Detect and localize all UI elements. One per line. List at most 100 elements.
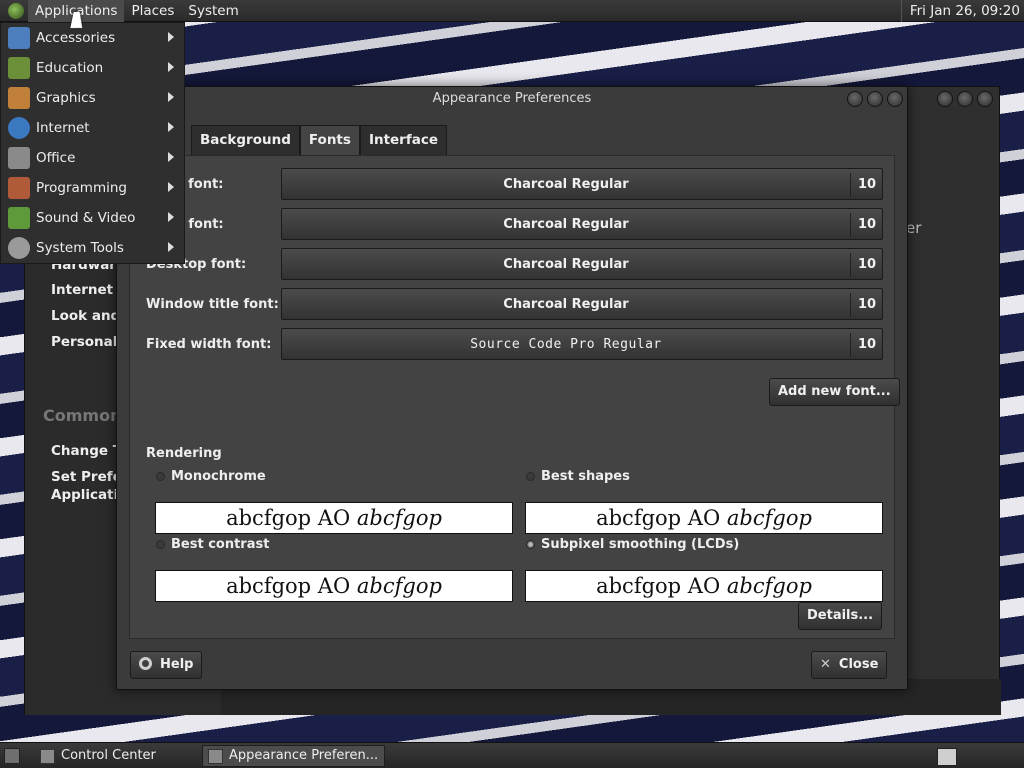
font-size: 10	[857, 217, 877, 232]
sample-italic: abcfgop	[356, 506, 442, 530]
tab-background[interactable]: Background	[191, 125, 300, 155]
menu-item-programming[interactable]: Programming	[1, 173, 184, 203]
task-label: Appearance Preferen...	[229, 748, 379, 763]
places-menu[interactable]: Places	[124, 0, 181, 22]
radio-subpixel-smoothing[interactable]: Subpixel smoothing (LCDs)	[526, 537, 739, 552]
menu-item-label: Programming	[36, 180, 127, 196]
sound-video-icon	[8, 207, 30, 229]
font-row-application: ation font: Charcoal Regular 10	[130, 168, 894, 202]
sample-italic: abcfgop	[726, 574, 812, 598]
menu-item-label: Graphics	[36, 90, 96, 106]
programming-icon	[8, 177, 30, 199]
ap-title-buttons	[847, 91, 903, 107]
menu-item-graphics[interactable]: Graphics	[1, 83, 184, 113]
radio-indicator-selected	[526, 540, 535, 549]
system-tools-icon	[8, 237, 30, 259]
applications-dropdown: Accessories Education Graphics Internet …	[0, 22, 185, 264]
desktop-font-button[interactable]: Charcoal Regular 10	[281, 248, 883, 280]
cc-minimize-button[interactable]	[937, 91, 953, 107]
task-appearance-preferences[interactable]: Appearance Preferen...	[202, 745, 386, 767]
submenu-arrow-icon	[168, 62, 174, 72]
help-lifebuoy-icon	[139, 657, 152, 670]
cc-maximize-button[interactable]	[957, 91, 973, 107]
tab-bar: Background Fonts Interface	[191, 125, 447, 155]
sample-best-shapes[interactable]: abcfgop AO abcfgop	[525, 502, 883, 534]
menu-item-label: Internet	[36, 120, 90, 136]
internet-icon	[8, 117, 30, 139]
task-label: Control Center	[61, 748, 156, 763]
font-separator	[850, 333, 851, 357]
radio-label: Best shapes	[541, 469, 630, 484]
tab-interface[interactable]: Interface	[359, 125, 447, 155]
font-size: 10	[857, 337, 877, 352]
cc-group-personal[interactable]: Personal	[51, 334, 117, 350]
accessories-icon	[8, 27, 30, 49]
menu-item-sound-video[interactable]: Sound & Video	[1, 203, 184, 233]
sample-text: abcfgop AO	[226, 574, 351, 598]
submenu-arrow-icon	[168, 242, 174, 252]
font-size: 10	[857, 177, 877, 192]
document-font-button[interactable]: Charcoal Regular 10	[281, 208, 883, 240]
radio-best-contrast[interactable]: Best contrast	[156, 537, 269, 552]
help-button[interactable]: Help	[130, 651, 203, 679]
details-button[interactable]: Details...	[798, 602, 883, 630]
window-title[interactable]: Appearance Preferences	[117, 87, 907, 111]
application-font-button[interactable]: Charcoal Regular 10	[281, 168, 883, 200]
show-desktop-icon[interactable]	[4, 748, 20, 764]
menu-item-label: Education	[36, 60, 104, 76]
font-row-document: ment font: Charcoal Regular 10	[130, 208, 894, 242]
window-title-font-button[interactable]: Charcoal Regular 10	[281, 288, 883, 320]
sample-subpixel-smoothing[interactable]: abcfgop AO abcfgop	[525, 570, 883, 602]
sample-italic: abcfgop	[726, 506, 812, 530]
radio-label: Subpixel smoothing (LCDs)	[541, 537, 740, 552]
fonts-panel: ation font: Charcoal Regular 10 ment fon…	[129, 155, 900, 639]
fixed-width-font-button[interactable]: Source Code Pro Regular 10	[281, 328, 883, 360]
font-name: Source Code Pro Regular	[470, 337, 662, 352]
close-button[interactable]: ✕ Close	[811, 651, 888, 679]
sample-monochrome[interactable]: abcfgop AO abcfgop	[155, 502, 513, 534]
menu-item-office[interactable]: Office	[1, 143, 184, 173]
clock[interactable]: Fri Jan 26, 09:20	[900, 0, 1024, 22]
menu-item-system-tools[interactable]: System Tools	[1, 233, 184, 263]
submenu-arrow-icon	[168, 32, 174, 42]
radio-best-shapes[interactable]: Best shapes	[526, 469, 630, 484]
submenu-arrow-icon	[168, 122, 174, 132]
submenu-arrow-icon	[168, 182, 174, 192]
system-menu[interactable]: System	[181, 0, 245, 22]
cc-close-button[interactable]	[977, 91, 993, 107]
font-name: Charcoal Regular	[503, 177, 629, 192]
submenu-arrow-icon	[168, 92, 174, 102]
menu-item-education[interactable]: Education	[1, 53, 184, 83]
appearance-icon	[208, 749, 223, 764]
font-size: 10	[857, 257, 877, 272]
tab-fonts[interactable]: Fonts	[299, 125, 360, 155]
close-window-button[interactable]	[887, 91, 903, 107]
sample-text: abcfgop AO	[596, 506, 721, 530]
main-menu-foot-icon[interactable]	[8, 2, 24, 19]
add-new-font-button[interactable]: Add new font...	[769, 378, 900, 406]
sample-text: abcfgop AO	[596, 574, 721, 598]
bottom-panel: Control Center Appearance Preferen...	[0, 742, 1024, 768]
menu-item-label: Office	[36, 150, 76, 166]
fixed-width-font-label: Fixed width font:	[146, 337, 272, 352]
radio-monochrome[interactable]: Monochrome	[156, 469, 266, 484]
font-row-desktop: Desktop font: Charcoal Regular 10	[130, 248, 894, 282]
font-row-window-title: Window title font: Charcoal Regular 10	[130, 288, 894, 322]
sample-best-contrast[interactable]: abcfgop AO abcfgop	[155, 570, 513, 602]
minimize-button[interactable]	[847, 91, 863, 107]
radio-indicator	[526, 472, 535, 481]
office-icon	[8, 147, 30, 169]
font-size: 10	[857, 297, 877, 312]
font-separator	[850, 173, 851, 197]
sample-text: abcfgop AO	[226, 506, 351, 530]
menu-item-internet[interactable]: Internet	[1, 113, 184, 143]
font-name: Charcoal Regular	[503, 297, 629, 312]
menu-item-accessories[interactable]: Accessories	[1, 23, 184, 53]
task-control-center[interactable]: Control Center	[34, 745, 163, 767]
cc-common-heading: Common	[43, 406, 122, 425]
education-icon	[8, 57, 30, 79]
appearance-window: Appearance Preferences Background Fonts …	[116, 86, 908, 690]
workspace-switcher[interactable]	[937, 748, 957, 766]
maximize-button[interactable]	[867, 91, 883, 107]
menu-item-label: System Tools	[36, 240, 124, 256]
